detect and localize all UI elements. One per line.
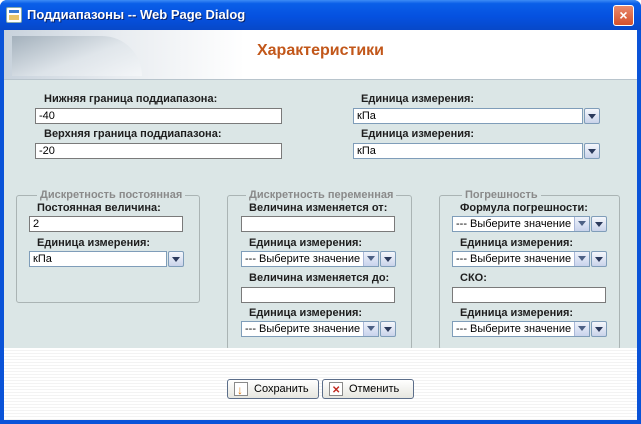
lower-bound-input[interactable]: -40 xyxy=(35,108,282,124)
chevron-down-icon[interactable] xyxy=(574,252,589,266)
window-border-bottom xyxy=(0,420,641,424)
const-unit-label: Единица измерения: xyxy=(37,237,151,249)
chevron-down-icon[interactable] xyxy=(168,251,184,267)
close-button[interactable]: × xyxy=(613,5,634,26)
discrete-var-legend: Дискретность переменная xyxy=(246,189,397,201)
error-unit-select-2[interactable]: --- Выберите значение --- xyxy=(452,321,590,337)
form-area: Нижняя граница поддиапазона: -40 Верхняя… xyxy=(4,80,637,350)
var-to-input[interactable] xyxy=(241,287,395,303)
error-unit-label-2: Единица измерения: xyxy=(460,307,574,319)
lower-bound-label: Нижняя граница поддиапазона: xyxy=(44,93,218,105)
window-icon xyxy=(6,7,22,23)
chevron-down-icon[interactable] xyxy=(574,217,589,231)
formula-select[interactable]: --- Выберите значение --- xyxy=(452,216,590,232)
const-value-label: Постоянная величина: xyxy=(37,202,161,214)
formula-label: Формула погрешности: xyxy=(460,202,588,214)
chevron-down-icon[interactable] xyxy=(363,252,378,266)
range-unit-value-2: кПа xyxy=(357,145,376,157)
error-unit-select-1[interactable]: --- Выберите значение --- xyxy=(452,251,590,267)
page-title: Характеристики xyxy=(256,42,384,59)
sko-input[interactable] xyxy=(452,287,606,303)
chevron-down-icon[interactable] xyxy=(584,108,600,124)
error-legend: Погрешность xyxy=(462,189,541,201)
sko-label: СКО: xyxy=(460,272,487,284)
chevron-down-icon[interactable] xyxy=(380,251,396,267)
var-unit-select-1[interactable]: --- Выберите значение --- xyxy=(241,251,379,267)
chevron-down-icon[interactable] xyxy=(380,321,396,337)
range-unit-value-1: кПа xyxy=(357,110,376,122)
range-unit-select-2[interactable]: кПа xyxy=(353,143,583,159)
error-unit-value-1: --- Выберите значение --- xyxy=(456,253,586,265)
chevron-down-icon[interactable] xyxy=(574,322,589,336)
save-icon xyxy=(234,381,248,399)
upper-bound-label: Верхняя граница поддиапазона: xyxy=(44,128,222,140)
error-unit-value-2: --- Выберите значение --- xyxy=(456,323,586,335)
cancel-button-label: Отменить xyxy=(349,383,400,395)
window-title: Поддиапазоны -- Web Page Dialog xyxy=(27,7,246,22)
save-button[interactable]: Сохранить xyxy=(227,379,319,399)
formula-value: --- Выберите значение --- xyxy=(456,218,586,230)
const-value-input[interactable]: 2 xyxy=(29,216,183,232)
discrete-const-legend: Дискретность постоянная xyxy=(37,189,186,201)
chevron-down-icon[interactable] xyxy=(591,216,607,232)
var-unit-value-1: --- Выберите значение --- xyxy=(245,253,375,265)
chevron-down-icon[interactable] xyxy=(363,322,378,336)
save-button-label: Сохранить xyxy=(254,383,309,395)
chevron-down-icon[interactable] xyxy=(591,321,607,337)
cancel-icon xyxy=(329,382,343,400)
chevron-down-icon[interactable] xyxy=(584,143,600,159)
header-banner: Характеристики xyxy=(4,30,637,80)
var-unit-label-2: Единица измерения: xyxy=(249,307,363,319)
var-unit-value-2: --- Выберите значение --- xyxy=(245,323,375,335)
var-unit-select-2[interactable]: --- Выберите значение --- xyxy=(241,321,379,337)
chevron-down-icon[interactable] xyxy=(591,251,607,267)
range-unit-label-2: Единица измерения: xyxy=(361,128,475,140)
range-unit-select-1[interactable]: кПа xyxy=(353,108,583,124)
var-unit-label-1: Единица измерения: xyxy=(249,237,363,249)
button-bar: Сохранить Отменить xyxy=(4,348,637,420)
range-unit-label-1: Единица измерения: xyxy=(361,93,475,105)
upper-bound-input[interactable]: -20 xyxy=(35,143,282,159)
window-border-right xyxy=(637,30,641,424)
var-to-label: Величина изменяется до: xyxy=(249,272,390,284)
const-unit-value: кПа xyxy=(33,253,52,265)
const-unit-select[interactable]: кПа xyxy=(29,251,167,267)
var-from-input[interactable] xyxy=(241,216,395,232)
dialog-client: Характеристики Нижняя граница поддиапазо… xyxy=(4,30,637,420)
title-bar[interactable]: Поддиапазоны -- Web Page Dialog × xyxy=(0,0,641,30)
cancel-button[interactable]: Отменить xyxy=(322,379,414,400)
error-unit-label-1: Единица измерения: xyxy=(460,237,574,249)
var-from-label: Величина изменяется от: xyxy=(249,202,388,214)
